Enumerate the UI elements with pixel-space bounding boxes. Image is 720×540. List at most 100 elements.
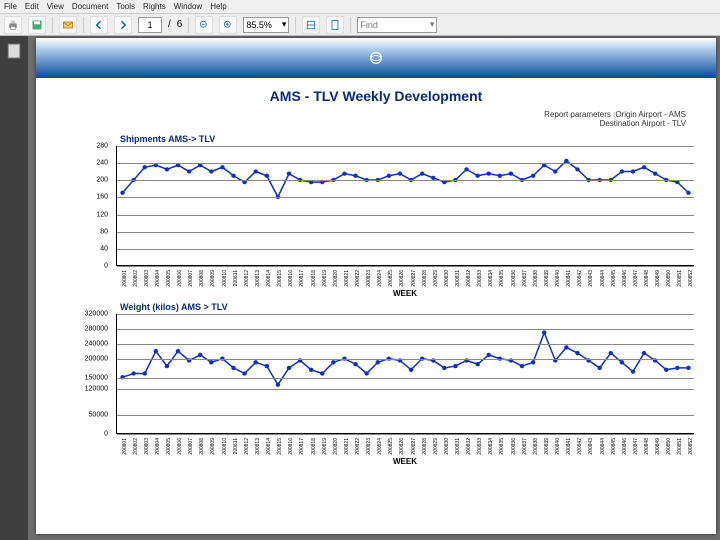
xtick: 200849 (655, 270, 661, 287)
mail-button[interactable] (59, 16, 77, 34)
xtick: 200840 (555, 270, 561, 287)
xtick: 200844 (600, 438, 606, 455)
fit-page-button[interactable] (326, 16, 344, 34)
xtick: 200851 (677, 438, 683, 455)
banner (36, 38, 716, 78)
xtick: 200845 (611, 438, 617, 455)
ytick: 50000 (89, 412, 108, 419)
ytick: 80 (100, 228, 108, 235)
gridline (117, 329, 694, 330)
xtick: 200832 (466, 438, 472, 455)
xtick: 200839 (544, 438, 550, 455)
xtick: 200807 (188, 270, 194, 287)
xtick: 200830 (444, 270, 450, 287)
xtick: 200834 (488, 438, 494, 455)
xtick: 200803 (144, 270, 150, 287)
xtick: 200839 (544, 270, 550, 287)
iata-logo-icon (367, 49, 385, 67)
chart1-xlabel: WEEK (393, 289, 417, 298)
xtick: 200848 (644, 270, 650, 287)
xtick: 200841 (566, 270, 572, 287)
chart2-xlabel: WEEK (393, 457, 417, 466)
menu-edit[interactable]: Edit (25, 2, 39, 11)
zoom-out-button[interactable] (195, 16, 213, 34)
gridline (117, 180, 694, 181)
menu-help[interactable]: Help (210, 2, 226, 11)
prev-page-button[interactable] (90, 16, 108, 34)
xtick: 200822 (355, 438, 361, 455)
toolbar-sep-2 (83, 17, 84, 33)
gridline (117, 163, 694, 164)
xtick: 200825 (388, 438, 394, 455)
ytick: 0 (104, 263, 108, 270)
xtick: 200810 (222, 270, 228, 287)
menu-document[interactable]: Document (72, 2, 108, 11)
toolbar-sep-1 (52, 17, 53, 33)
toolbar-sep-5 (350, 17, 351, 33)
toolbar-sep-4 (295, 17, 296, 33)
report-params: Report parameters :Origin Airport - AMS … (36, 104, 716, 128)
report-title: AMS - TLV Weekly Development (36, 88, 716, 104)
xtick: 200805 (166, 270, 172, 287)
chart1: 04080120160200240280 WEEK200801200802200… (64, 146, 694, 296)
xtick: 200827 (411, 438, 417, 455)
print-button[interactable] (4, 16, 22, 34)
xtick: 200801 (122, 270, 128, 287)
xtick: 200826 (399, 438, 405, 455)
gridline (117, 344, 694, 345)
menu-rights[interactable]: Rights (143, 2, 166, 11)
xtick: 200809 (210, 438, 216, 455)
xtick: 200819 (322, 270, 328, 287)
fit-width-button[interactable] (302, 16, 320, 34)
ytick: 0 (104, 431, 108, 438)
xtick: 200805 (166, 438, 172, 455)
xtick: 200817 (299, 270, 305, 287)
ytick: 150000 (85, 374, 108, 381)
xtick: 200849 (655, 438, 661, 455)
xtick: 200838 (533, 438, 539, 455)
ytick: 280000 (85, 326, 108, 333)
xtick: 200836 (511, 438, 517, 455)
xtick: 200836 (511, 270, 517, 287)
page-number-input[interactable] (138, 17, 162, 33)
xtick: 200847 (633, 438, 639, 455)
menu-view[interactable]: View (47, 2, 64, 11)
xtick: 200823 (366, 438, 372, 455)
xtick: 200806 (177, 270, 183, 287)
xtick: 200820 (333, 438, 339, 455)
pages-panel-button[interactable] (5, 42, 23, 60)
xtick: 200833 (477, 270, 483, 287)
menu-file[interactable]: File (4, 2, 17, 11)
sidebar (0, 36, 28, 540)
xtick: 200825 (388, 270, 394, 287)
xtick: 200840 (555, 438, 561, 455)
xtick: 200847 (633, 270, 639, 287)
ytick: 160 (96, 194, 108, 201)
xtick: 200852 (688, 270, 694, 287)
xtick: 200828 (422, 438, 428, 455)
document-area[interactable]: AMS - TLV Weekly Development Report para… (28, 36, 720, 540)
zoom-in-button[interactable] (219, 16, 237, 34)
xtick: 200851 (677, 270, 683, 287)
xtick: 200814 (266, 438, 272, 455)
zoom-level-select[interactable]: 85.5%▾ (243, 17, 289, 33)
chevron-down-icon: ▾ (282, 19, 287, 30)
xtick: 200816 (288, 438, 294, 455)
menu-tools[interactable]: Tools (116, 2, 135, 11)
xtick: 200835 (499, 270, 505, 287)
ytick: 40 (100, 245, 108, 252)
xtick: 200832 (466, 270, 472, 287)
gridline (117, 359, 694, 360)
workspace: AMS - TLV Weekly Development Report para… (0, 36, 720, 540)
menu-window[interactable]: Window (174, 2, 202, 11)
chart2: 0500001200001500002000002400002800003200… (64, 314, 694, 464)
find-input[interactable]: Find▾ (357, 17, 437, 33)
xtick: 200812 (244, 438, 250, 455)
next-page-button[interactable] (114, 16, 132, 34)
xtick: 200829 (433, 438, 439, 455)
xtick: 200828 (422, 270, 428, 287)
save-button[interactable] (28, 16, 46, 34)
xtick: 200850 (666, 270, 672, 287)
xtick: 200841 (566, 438, 572, 455)
page-total: 6 (177, 19, 183, 30)
